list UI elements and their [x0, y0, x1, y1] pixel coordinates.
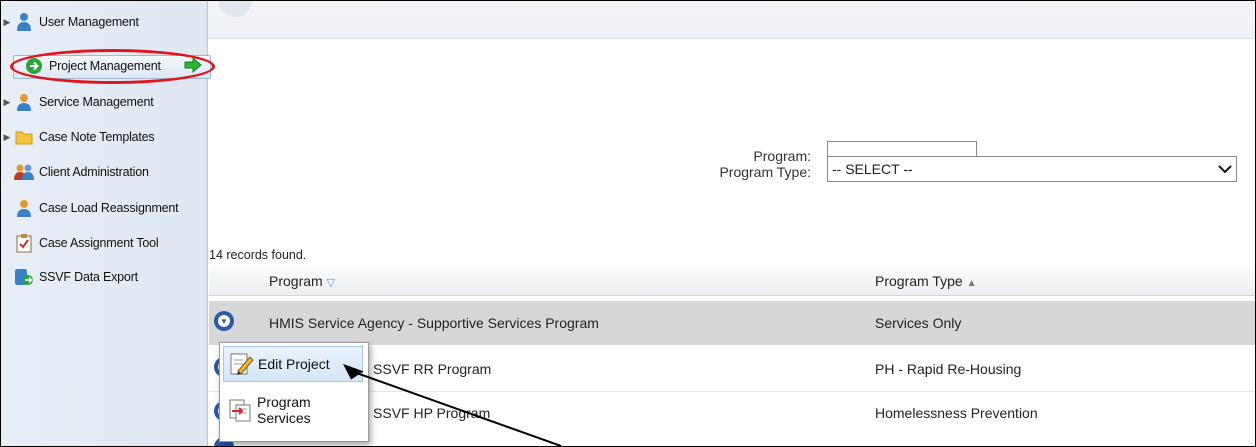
table-row[interactable]: ▼ HMIS Service Agency - Supportive Servi…: [209, 301, 1255, 345]
cell-program: HMIS Service Agency - Supportive Service…: [269, 315, 599, 331]
row-menu-button[interactable]: ▼: [214, 311, 234, 331]
sidebar-item-label: SSVF Data Export: [39, 270, 138, 284]
column-header-program[interactable]: Program ▽: [269, 273, 335, 289]
export-icon: [14, 267, 34, 287]
sidebar-item-label: Case Assignment Tool: [39, 236, 159, 250]
table-header: Program ▽ Program Type ▲: [209, 267, 1255, 296]
edit-pencil-icon: [228, 351, 254, 377]
cell-program-type: Services Only: [875, 315, 962, 331]
sidebar-item-ssvf-data-export[interactable]: SSVF Data Export: [1, 264, 207, 290]
program-label: Program:: [753, 148, 811, 164]
users-group-icon: [14, 162, 34, 182]
clipboard-check-icon: [14, 233, 34, 253]
sidebar-item-label: Case Load Reassignment: [39, 201, 179, 215]
expand-arrow-icon[interactable]: ▶: [2, 97, 12, 108]
app-window: ▶ User Management Project Management ▶ S…: [0, 0, 1256, 447]
sidebar-item-label: Client Administration: [39, 165, 149, 179]
user-icon: [14, 12, 34, 32]
menu-item-edit-project[interactable]: Edit Project: [223, 346, 363, 382]
sidebar-item-case-load-reassignment[interactable]: Case Load Reassignment: [1, 195, 207, 221]
sort-desc-icon: ▽: [326, 277, 336, 289]
menu-item-label: Edit Project: [258, 356, 330, 372]
reassign-user-icon: [14, 198, 34, 218]
sort-asc-icon: ▲: [966, 278, 977, 289]
sidebar-item-service-management[interactable]: ▶ Service Management: [1, 89, 207, 115]
column-header-program-type[interactable]: Program Type ▲: [875, 273, 976, 289]
chevron-down-icon: ▼: [218, 315, 230, 327]
sidebar-item-label: Service Management: [39, 95, 154, 109]
cell-program-type: Homelessness Prevention: [875, 405, 1038, 421]
sidebar-item-label: User Management: [39, 15, 139, 29]
records-count: 14 records found.: [209, 248, 307, 262]
folder-icon: [14, 127, 34, 147]
row-context-menu: Edit Project Program Services: [219, 342, 369, 442]
service-user-icon: [14, 92, 34, 112]
program-type-label: Program Type:: [719, 164, 811, 180]
top-toolbar: [208, 1, 1255, 39]
services-doc-icon: [227, 397, 253, 423]
sidebar-item-client-administration[interactable]: Client Administration: [1, 159, 207, 185]
menu-item-label: Program Services: [257, 394, 311, 426]
menu-item-program-services[interactable]: Program Services: [223, 392, 363, 428]
expand-arrow-icon[interactable]: ▶: [2, 132, 12, 143]
program-type-selected-value: -- SELECT --: [832, 161, 913, 177]
chevron-down-icon: [1218, 161, 1232, 177]
sidebar-item-case-note-templates[interactable]: ▶ Case Note Templates: [1, 124, 207, 150]
expand-arrow-icon[interactable]: ▶: [2, 17, 12, 28]
sidebar-item-case-assignment-tool[interactable]: Case Assignment Tool: [1, 230, 207, 256]
sidebar-item-label: Case Note Templates: [39, 130, 155, 144]
annotation-red-oval: [10, 49, 215, 84]
cell-program-type: PH - Rapid Re-Housing: [875, 361, 1022, 377]
toolbar-button[interactable]: [218, 1, 252, 17]
program-type-select[interactable]: -- SELECT --: [827, 156, 1237, 182]
sidebar-item-user-management[interactable]: ▶ User Management: [1, 9, 207, 35]
